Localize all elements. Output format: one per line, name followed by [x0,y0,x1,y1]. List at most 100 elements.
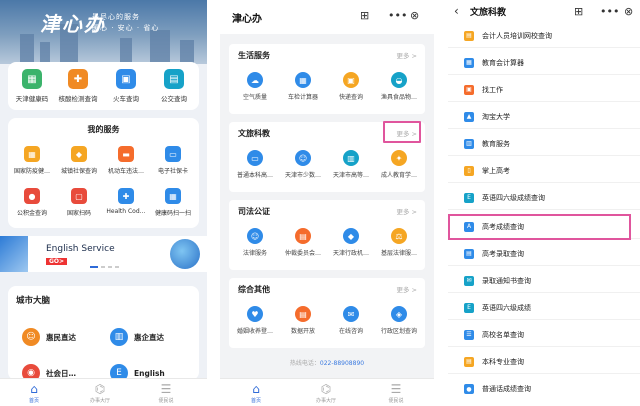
book-icon: ▤ [464,30,474,41]
list-item[interactable]: ☰ 高校名单查询 [448,323,640,347]
list-item[interactable]: ▥ 教育服务 [448,132,640,156]
health-code-icon: ▦ [22,69,42,89]
list-icon: ☰ [390,382,402,396]
list-item[interactable]: ▣ 找工作 [448,78,640,102]
quick-item-health-code[interactable]: ▦ 天津健康码 [8,69,56,103]
service-item[interactable]: ▢ 国家扫码 [56,188,102,217]
english-service-banner[interactable]: English Service GO> [0,236,207,272]
mic-icon: ● [464,384,474,394]
more-link[interactable]: 更多 > [396,284,417,294]
more-link[interactable]: 更多 > [396,50,417,60]
list-item[interactable]: ● 普通话成绩查询 [448,377,640,401]
service-item[interactable]: ▭ 普通本科高… [232,150,278,179]
calculator-icon: ▦ [295,72,311,88]
list-item[interactable]: ▤ 本科专业查询 [448,350,640,374]
quick-item-nucleic-test[interactable]: ✚ 核酸检测查询 [54,69,102,103]
service-item[interactable]: ▬ 机动车违法… [103,146,149,175]
quick-item-train[interactable]: ▣ 火车查询 [102,69,150,103]
service-item[interactable]: ◆ 天津行政机… [328,228,374,257]
miniapp-grid-icon[interactable]: ⊞ [360,9,369,22]
letter-icon: ✉ [464,275,474,286]
service-item[interactable]: ▦ 车检计算器 [280,72,326,101]
list-item[interactable]: E 英语四六级成绩查询 [448,186,640,210]
calculator-icon: ▦ [464,57,474,68]
card-icon: ▭ [165,146,181,162]
service-item[interactable]: ▦ 健康码扫一扫 [150,188,196,217]
more-icon[interactable]: ••• [600,5,619,18]
service-item[interactable]: ◈ 行政区划查询 [376,306,422,335]
list-item[interactable]: E 英语四六级成绩 [448,296,640,320]
service-item[interactable]: ▤ 仲裁委员会… [280,228,326,257]
my-services-card: 我的服务 ▦ 国家防疫健… ◆ 城镇社保查询 ▬ 机动车违法… ▭ 电子社保卡 … [8,118,199,228]
marriage-icon: ♥ [247,306,263,322]
english-icon: E [464,192,474,203]
service-item[interactable]: ◆ 城镇社保查询 [56,146,102,175]
service-item[interactable]: ✉ 在线咨询 [328,306,374,335]
close-icon[interactable]: ⊗ [410,9,419,22]
service-item[interactable]: ▣ 快递查询 [328,72,374,101]
city-item-enterprise[interactable]: ▥ 惠企直达 [110,328,164,346]
city-brain-title: 城市大脑 [16,296,51,306]
list-item[interactable]: ▤ 高考录取查询 [448,242,640,266]
list-item[interactable]: ▯ 掌上高考 [448,159,640,183]
tab-home[interactable]: ⌂ 首页 [14,382,54,404]
health-icon: ✚ [118,188,134,204]
my-services-title: 我的服务 [87,125,120,134]
service-item[interactable]: ✚ Health Cod… [103,188,149,215]
service-item[interactable]: ☺ 天津市少数… [280,150,326,179]
service-item[interactable]: ▭ 电子社保卡 [150,146,196,175]
globe-illustration [170,239,200,269]
list-item[interactable]: ▲ 淘宝大学 [448,105,640,129]
document-icon: ▤ [295,228,311,244]
school-icon: ▥ [343,150,359,166]
more-icon[interactable]: ••• [388,9,407,22]
banner-go-button[interactable]: GO> [46,258,68,265]
hero-slogan: 最尽心的服务 暖心 · 安心 · 省心 [92,13,160,32]
service-item[interactable]: ☁ 空气质量 [232,72,278,101]
hall-icon: ⌬ [94,382,106,396]
service-item[interactable]: ♥ 婚姻收养登… [232,306,278,335]
briefcase-icon: ▣ [464,84,474,95]
lung-illustration [0,236,28,272]
tab-convenience[interactable]: ☰ 便民说 [146,382,186,404]
service-item[interactable]: ⚖ 基层法律服… [376,228,422,257]
city-item-people[interactable]: ☺ 惠民直达 [22,328,76,346]
banner-text: English Service [46,244,115,254]
more-link[interactable]: 更多 > [396,206,417,216]
chat-icon: ✉ [343,306,359,322]
list-icon: ☰ [160,382,172,396]
hero-banner[interactable]: 津心办 最尽心的服务 暖心 · 安心 · 省心 [0,0,207,64]
book-icon: ▤ [464,356,474,367]
service-item[interactable]: ▤ 数据开放 [280,306,326,335]
qr-icon: ▦ [165,188,181,204]
people-icon: ☺ [295,150,311,166]
tab-service-hall[interactable]: ⌬ 办事大厅 [80,382,120,404]
tab-service-hall[interactable]: ⌬ 办事大厅 [306,382,346,404]
lawyer-icon: ☺ [247,228,263,244]
miniapp-grid-icon[interactable]: ⊞ [574,5,583,18]
service-item[interactable]: ✦ 成人教育学… [376,150,422,179]
home-icon: ⌂ [30,382,38,396]
tab-convenience[interactable]: ☰ 便民说 [376,382,416,404]
nav-bar: ‹ 文旅科教 ⊞ ••• ⊗ [448,0,640,24]
back-chevron-icon[interactable]: ‹ [454,4,459,18]
highlight-box [448,214,631,240]
service-item[interactable]: ● 公积金查询 [9,188,55,217]
nav-bar: 津心办 ⊞ ••• ⊗ [220,0,434,34]
service-item[interactable]: ☺ 法律服务 [232,228,278,257]
service-item[interactable]: ◒ 渔具食品物… [376,72,422,101]
cloud-icon: ☁ [247,72,263,88]
tab-home[interactable]: ⌂ 首页 [236,382,276,404]
more-highlight-box [383,121,421,143]
service-item[interactable]: ▥ 天津市高等… [328,150,374,179]
hotline-number[interactable]: 022-88908890 [320,360,364,367]
building-icon: ▥ [110,328,128,346]
list-item[interactable]: ▦ 教育会计算器 [448,51,640,75]
shield-icon: ◆ [71,146,87,162]
english-icon: E [464,302,474,313]
list-item[interactable]: ✉ 录取通知书查询 [448,269,640,293]
quick-item-bus[interactable]: ▤ 公交查询 [150,69,198,103]
list-item[interactable]: ▤ 会计人员培训网校查询 [448,24,640,48]
close-icon[interactable]: ⊗ [624,5,633,18]
service-item[interactable]: ▦ 国家防疫健… [9,146,55,175]
